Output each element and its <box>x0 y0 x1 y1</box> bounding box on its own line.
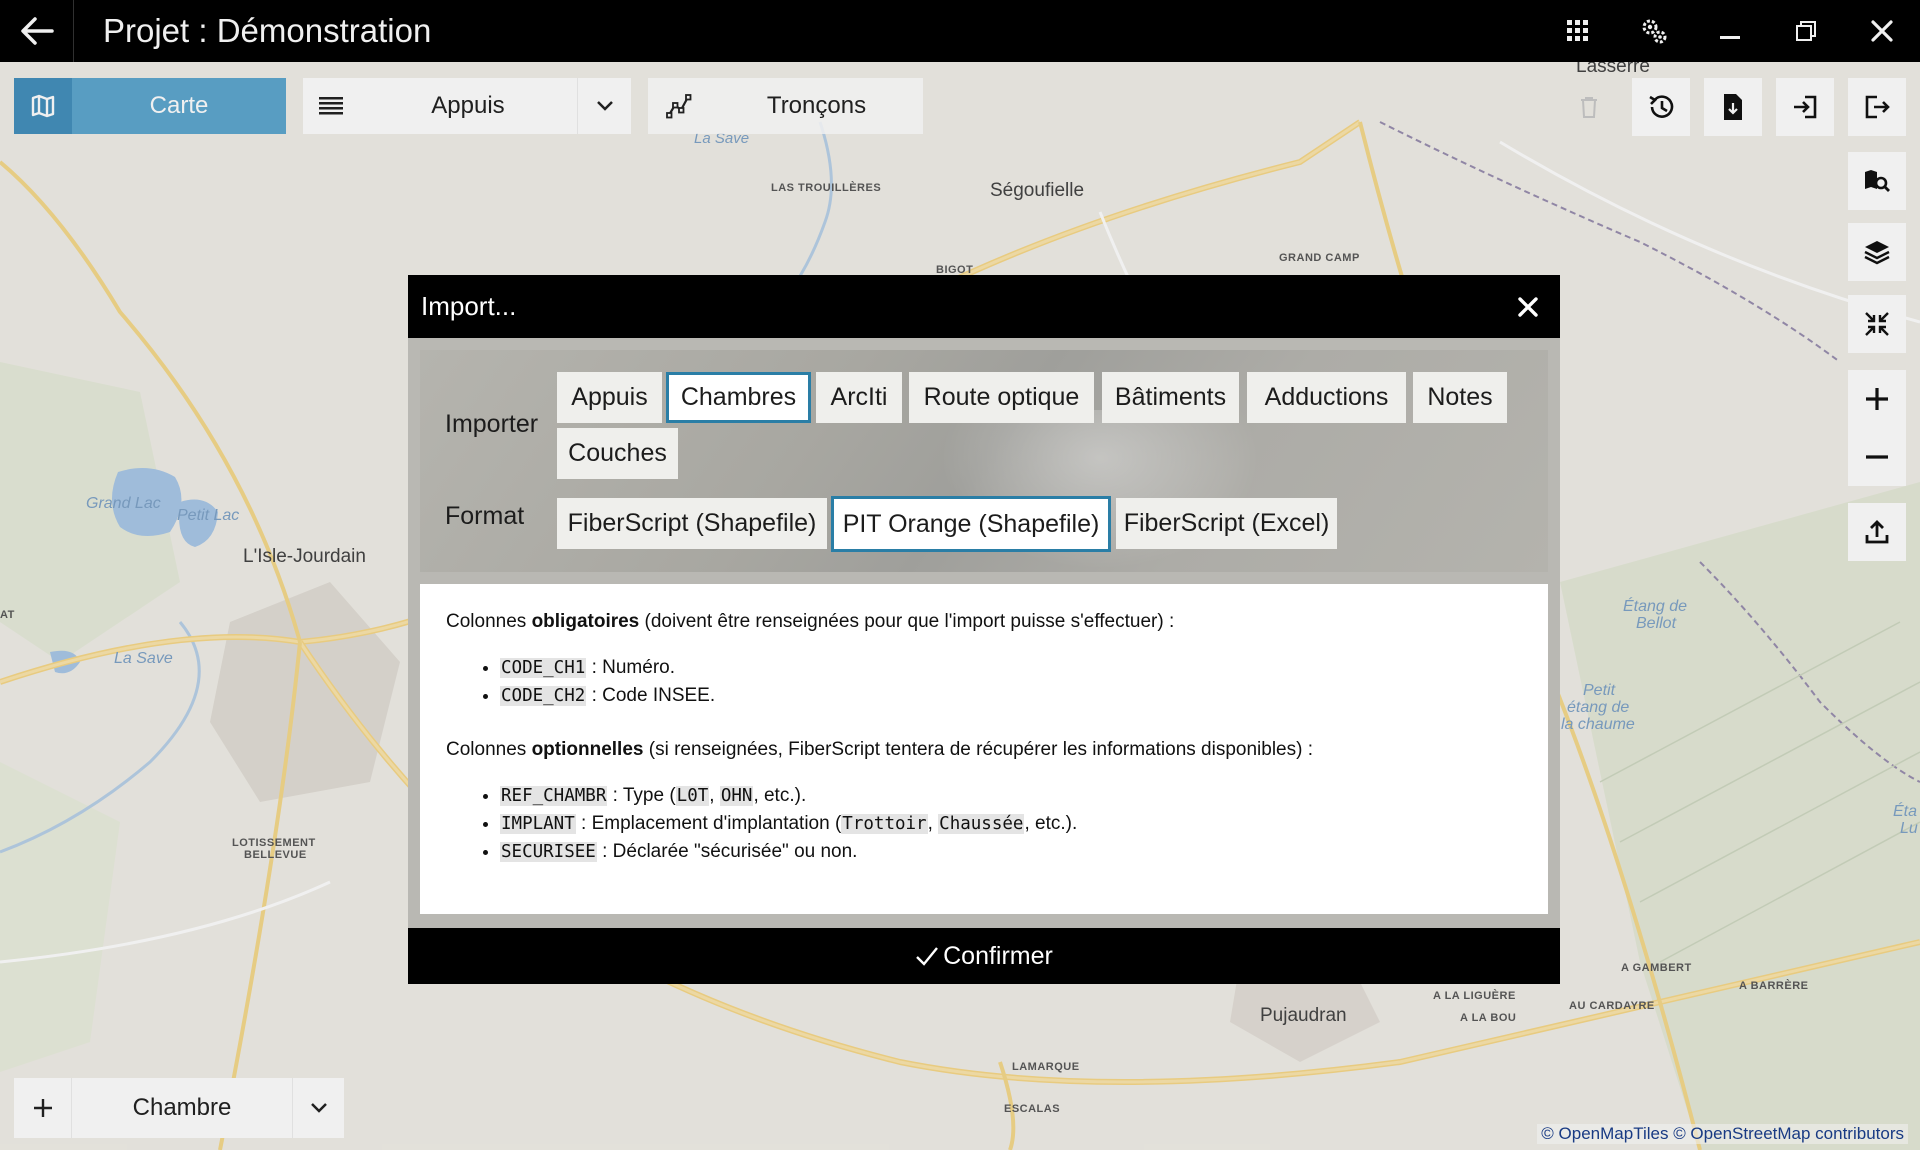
import-dialog: Import... Importer Appuis Chambres ArcIt… <box>408 275 1560 984</box>
list-item: REF_CHAMBR : Type (L0T, OHN, etc.). <box>500 782 1522 810</box>
options-panel: Importer Appuis Chambres ArcIti Route op… <box>420 350 1548 572</box>
dialog-close-button[interactable] <box>1508 287 1548 327</box>
dialog-body: Importer Appuis Chambres ArcIti Route op… <box>408 338 1560 928</box>
checkmark-icon <box>916 947 939 966</box>
optional-columns-heading: Colonnes optionnelles (si renseignées, F… <box>446 739 1314 760</box>
format-option-fiberscript-shapefile[interactable]: FiberScript (Shapefile) <box>557 498 827 549</box>
importer-option-couches[interactable]: Couches <box>557 428 678 479</box>
list-item: SECURISEE : Déclarée "sécurisée" ou non. <box>500 838 1522 866</box>
confirm-label: Confirmer <box>943 941 1053 970</box>
list-item: CODE_CH2 : Code INSEE. <box>500 682 1522 710</box>
importer-label: Importer <box>445 410 539 438</box>
format-label: Format <box>445 502 525 530</box>
importer-option-notes[interactable]: Notes <box>1413 372 1507 423</box>
optional-columns-list: REF_CHAMBR : Type (L0T, OHN, etc.). IMPL… <box>500 782 1522 866</box>
importer-option-chambres[interactable]: Chambres <box>666 372 811 423</box>
format-option-pit-orange-shapefile[interactable]: PIT Orange (Shapefile) <box>831 496 1111 552</box>
confirm-button[interactable]: Confirmer <box>408 928 1560 984</box>
dialog-title: Import... <box>421 291 517 321</box>
required-columns-list: CODE_CH1 : Numéro. CODE_CH2 : Code INSEE… <box>500 654 1522 710</box>
list-item: CODE_CH1 : Numéro. <box>500 654 1522 682</box>
required-columns-heading: Colonnes obligatoires (doivent être rens… <box>446 611 1175 632</box>
importer-option-route-optique[interactable]: Route optique <box>909 372 1094 423</box>
importer-option-adductions[interactable]: Adductions <box>1247 372 1406 423</box>
dialog-header: Import... <box>408 275 1560 338</box>
list-item: IMPLANT : Emplacement d'implantation (Tr… <box>500 810 1522 838</box>
importer-option-batiments[interactable]: Bâtiments <box>1102 372 1239 423</box>
format-option-fiberscript-excel[interactable]: FiberScript (Excel) <box>1116 498 1337 549</box>
close-icon <box>1518 296 1538 317</box>
importer-option-appuis[interactable]: Appuis <box>557 372 662 423</box>
columns-info-panel: Colonnes obligatoires (doivent être rens… <box>420 584 1548 914</box>
importer-option-arciti[interactable]: ArcIti <box>816 372 902 423</box>
